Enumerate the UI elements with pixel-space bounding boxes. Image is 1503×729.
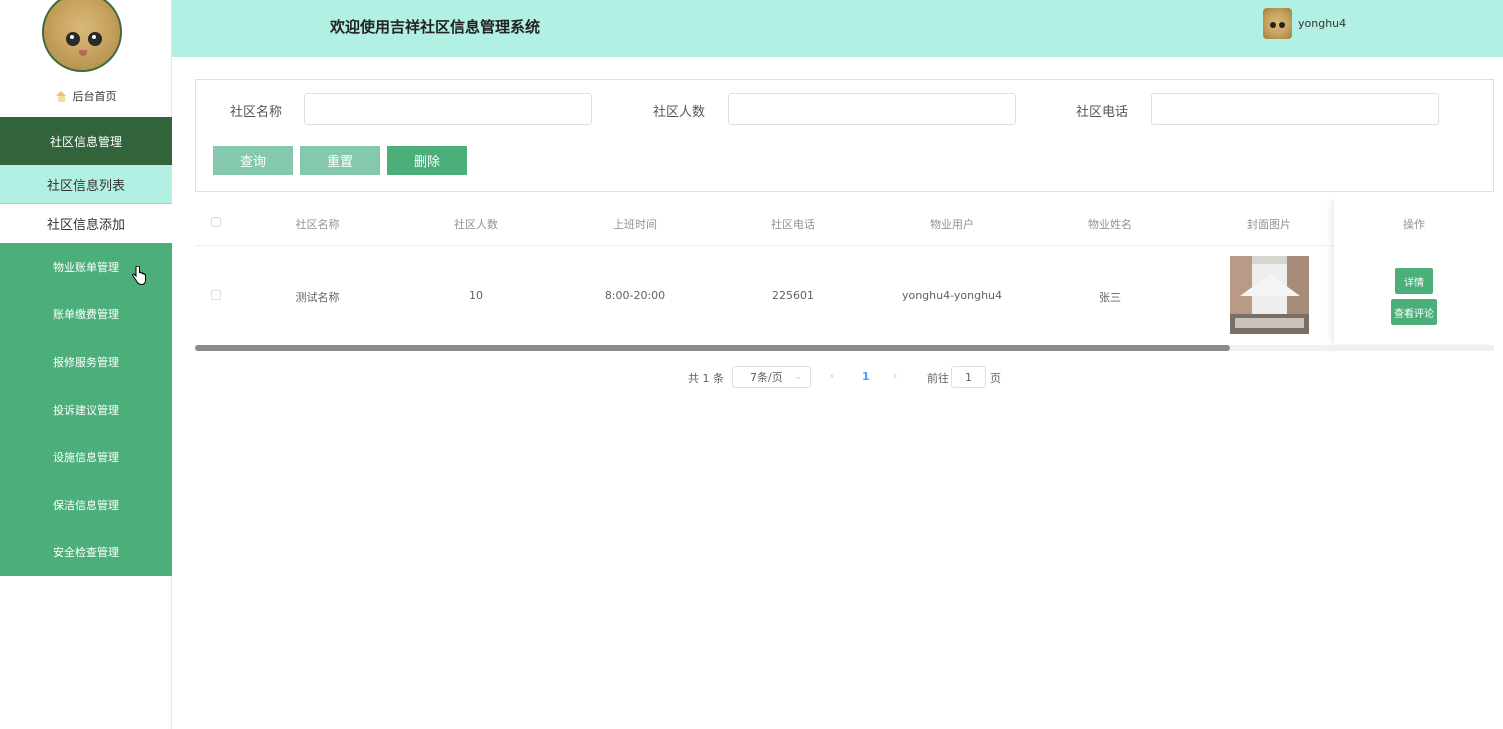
search-panel: 社区名称 社区人数 社区电话 查询 重置 删除 — [195, 79, 1494, 192]
sidebar-item-cleaning[interactable]: 保洁信息管理 — [0, 481, 172, 529]
cover-image[interactable] — [1230, 256, 1309, 334]
menu-group-title[interactable]: 社区信息管理 — [0, 117, 172, 165]
prev-page-icon[interactable]: ‹ — [830, 369, 834, 382]
sidebar-item-complaint[interactable]: 投诉建议管理 — [0, 386, 172, 434]
goto-label: 前往 — [927, 372, 949, 385]
query-button[interactable]: 查询 — [213, 146, 293, 175]
next-page-icon[interactable]: › — [893, 369, 897, 382]
sidebar-item-bill-payment[interactable]: 账单缴费管理 — [0, 291, 172, 339]
detail-button[interactable]: 详情 — [1395, 268, 1433, 294]
horizontal-scrollbar[interactable] — [195, 345, 1494, 351]
user-name: yonghu4 — [1298, 17, 1347, 30]
avatar-eye-right — [88, 32, 102, 46]
cell-name: 测试名称 — [295, 291, 340, 304]
user-menu[interactable]: yonghu4 — [1263, 8, 1346, 39]
sidebar-menu-list: 物业账单管理 账单缴费管理 报修服务管理 投诉建议管理 设施信息管理 保洁信息管… — [0, 243, 172, 577]
sidebar-item-community-list[interactable]: 社区信息列表 — [0, 165, 172, 204]
table-header-cell: 物业用户 — [930, 218, 974, 231]
search-label-phone: 社区电话 — [1076, 105, 1129, 120]
sidebar: 后台首页 社区信息管理 社区信息列表 社区信息添加 物业账单管理 账单缴费管理 … — [0, 0, 172, 729]
user-avatar — [1263, 8, 1292, 39]
search-label-name: 社区名称 — [230, 105, 283, 120]
scrollbar-thumb[interactable] — [195, 345, 1230, 351]
table-header-cell: 操作 — [1403, 218, 1425, 231]
table-header-cell: 封面图片 — [1247, 218, 1291, 231]
sidebar-home-label: 后台首页 — [72, 90, 117, 103]
row-checkbox[interactable] — [211, 290, 221, 300]
page-size-value: 7条/页 — [750, 371, 783, 384]
search-input-name[interactable] — [304, 93, 592, 125]
avatar — [42, 0, 122, 72]
page-size-select[interactable]: 7条/页 ⌄ — [732, 366, 811, 388]
top-header: 欢迎使用吉祥社区信息管理系统 yonghu4 — [172, 0, 1503, 57]
search-input-count[interactable] — [728, 93, 1016, 125]
menu-group-community: 社区信息管理 社区信息列表 社区信息添加 — [0, 117, 172, 243]
search-input-phone[interactable] — [1151, 93, 1439, 125]
sidebar-home-link[interactable]: 后台首页 — [0, 86, 172, 106]
user-avatar-eye-left — [1270, 22, 1276, 28]
search-label-count: 社区人数 — [653, 105, 706, 120]
avatar-nose — [79, 50, 87, 56]
table-header-cell: 社区人数 — [454, 218, 498, 231]
home-icon — [55, 90, 67, 102]
cell-hours: 8:00-20:00 — [604, 289, 666, 302]
pagination-total: 共 1 条 — [688, 372, 724, 385]
actions-column: 操作 详情 查看评论 — [1334, 199, 1494, 344]
table-row: 测试名称 10 8:00-20:00 225601 yonghu4-yonghu… — [195, 246, 1494, 344]
cell-manager: 张三 — [1099, 291, 1121, 304]
reset-button[interactable]: 重置 — [300, 146, 380, 175]
sidebar-avatar-wrap — [42, 0, 122, 72]
sidebar-item-facility[interactable]: 设施信息管理 — [0, 433, 172, 481]
select-all-checkbox[interactable] — [211, 217, 221, 227]
cell-count: 10 — [469, 289, 483, 302]
cell-phone: 225601 — [772, 289, 814, 302]
cover-image-graphic — [1230, 256, 1309, 334]
sidebar-item-safety[interactable]: 安全检查管理 — [0, 529, 172, 577]
avatar-eye-left — [66, 32, 80, 46]
table-header-cell: 物业姓名 — [1088, 218, 1132, 231]
page-number[interactable]: 1 — [862, 370, 870, 383]
goto-page-input[interactable]: 1 — [951, 366, 986, 388]
pagination: 共 1 条 7条/页 ⌄ ‹ 1 › 前往 1 页 — [0, 366, 1503, 388]
hand-cursor-icon — [132, 266, 146, 286]
data-table: 社区名称 社区人数 上班时间 社区电话 物业用户 物业姓名 封面图片 测试名称 … — [195, 199, 1494, 352]
page-suffix: 页 — [990, 372, 1001, 385]
page-title: 欢迎使用吉祥社区信息管理系统 — [330, 18, 541, 36]
view-comments-button[interactable]: 查看评论 — [1391, 299, 1437, 325]
table-header-cell: 上班时间 — [613, 218, 657, 231]
cell-user: yonghu4-yonghu4 — [901, 289, 1003, 302]
delete-button[interactable]: 删除 — [387, 146, 467, 175]
table-header-cell: 社区电话 — [771, 218, 815, 231]
chevron-down-icon: ⌄ — [794, 372, 802, 382]
user-avatar-eye-right — [1279, 22, 1285, 28]
sidebar-item-community-add[interactable]: 社区信息添加 — [0, 204, 172, 243]
table-header-cell: 社区名称 — [295, 218, 340, 231]
table-header: 社区名称 社区人数 上班时间 社区电话 物业用户 物业姓名 封面图片 — [195, 199, 1494, 246]
